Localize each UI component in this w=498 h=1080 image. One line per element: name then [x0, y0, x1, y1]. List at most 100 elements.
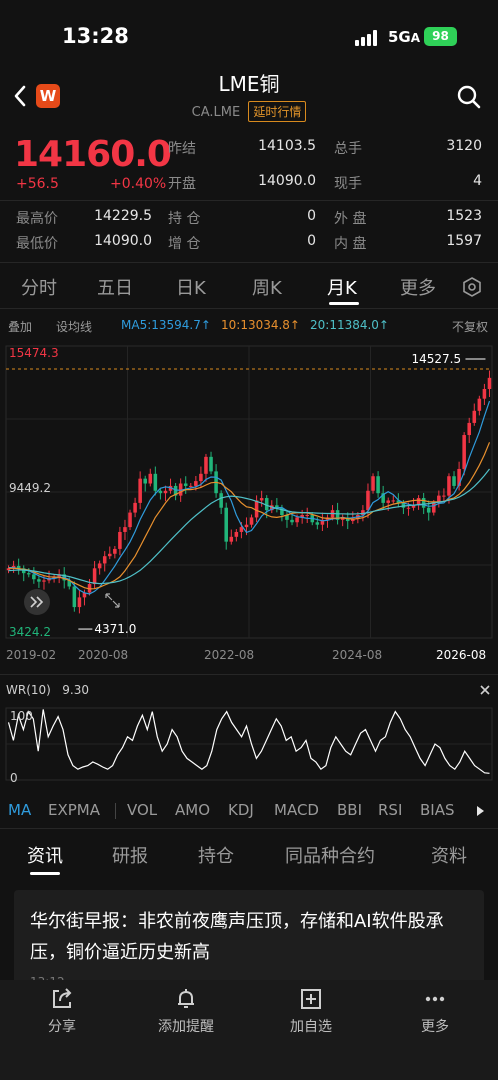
x-tick: 2022-08: [204, 648, 255, 662]
candle-body: [386, 500, 390, 503]
candle-body: [305, 515, 309, 517]
candle-body: [295, 517, 299, 523]
divider: [0, 308, 498, 309]
ma20-readout: 20:11384.0↑: [310, 318, 389, 332]
tab-more[interactable]: 更多: [400, 274, 436, 300]
add-watchlist-button[interactable]: 加自选: [271, 986, 351, 1036]
tab-positions[interactable]: 持仓: [198, 842, 234, 868]
prev-settle-value: 14103.5: [258, 138, 316, 154]
share-button[interactable]: 分享: [22, 986, 102, 1036]
expand-icon[interactable]: [24, 589, 50, 615]
candle-body: [138, 478, 142, 503]
candle-body: [148, 473, 153, 484]
page-title: LME铜: [218, 72, 280, 96]
candle-body: [123, 527, 127, 532]
price-change: +56.5: [16, 176, 59, 192]
ma5-readout: MA5:13594.7↑: [121, 318, 211, 332]
x-tick: 2020-08: [78, 648, 129, 662]
candle-body: [97, 563, 102, 569]
oi-change-value: 0: [307, 233, 316, 249]
tab-profile[interactable]: 资料: [431, 842, 467, 868]
wr-axis-bottom: 0: [10, 771, 18, 785]
news-headline[interactable]: 华尔街早报：非农前夜鹰声压顶，存储和AI软件股承压，铜价逼近历史新高: [30, 906, 470, 968]
divider: [115, 803, 116, 819]
candle-body: [482, 388, 487, 399]
candle-body: [224, 507, 228, 542]
candle-body: [487, 377, 492, 389]
search-icon[interactable]: [456, 84, 482, 110]
tab-news[interactable]: 资讯: [27, 842, 63, 868]
indicator-rsi[interactable]: RSI: [378, 801, 402, 819]
wr-indicator-title: WR(10) 9.30: [6, 683, 90, 697]
indicator-kdj[interactable]: KDJ: [228, 801, 254, 819]
fullscreen-icon: [105, 593, 120, 608]
open-interest-label: 持 仓: [168, 211, 201, 227]
current-volume-value: 4: [473, 173, 482, 189]
bell-icon: [178, 989, 194, 1008]
last-price: 14160.0: [14, 134, 172, 175]
candle-body: [72, 586, 77, 608]
tab-weekly-k[interactable]: 周K: [252, 274, 282, 300]
share-label: 分享: [48, 1019, 76, 1035]
wr-axis-top: 100: [10, 709, 33, 723]
indicator-expma[interactable]: EXPMA: [48, 801, 100, 819]
symbol-code-line: CA.LME 延时行情: [0, 101, 498, 122]
total-volume-value: 3120: [446, 138, 482, 154]
adjust-toggle[interactable]: 不复权: [452, 318, 488, 335]
divider: [0, 262, 498, 263]
add-watchlist-label: 加自选: [290, 1019, 332, 1035]
x-tick: 2019-02: [6, 648, 57, 662]
candle-body: [254, 500, 259, 518]
more-button[interactable]: 更多: [395, 986, 475, 1036]
tab-intraday[interactable]: 分时: [21, 274, 57, 300]
candle-body: [421, 498, 426, 508]
tab-research[interactable]: 研报: [112, 842, 148, 868]
candle-body: [183, 483, 188, 486]
add-alert-label: 添加提醒: [158, 1019, 214, 1035]
inner-label: 内 盘: [334, 236, 367, 252]
wr-line: [7, 709, 490, 774]
chart-settings-icon[interactable]: [461, 276, 483, 298]
symbol-code: CA.LME: [191, 105, 241, 120]
add-watchlist-icon: [301, 989, 321, 1009]
candle-body: [209, 456, 213, 472]
tab-daily-k[interactable]: 日K: [176, 274, 206, 300]
ma-setting-button[interactable]: 设均线: [56, 318, 92, 335]
indicator-ma[interactable]: MA: [8, 801, 31, 819]
x-tick: 2024-08: [332, 648, 383, 662]
indicator-macd[interactable]: MACD: [274, 801, 319, 819]
divider: [0, 828, 498, 829]
divider: [0, 200, 498, 201]
wr-chart[interactable]: 100 0: [0, 700, 498, 790]
candle-body: [27, 573, 31, 575]
delay-badge: 延时行情: [248, 101, 307, 122]
indicator-amo[interactable]: AMO: [175, 801, 210, 819]
overlay-button[interactable]: 叠加: [8, 318, 32, 335]
add-alert-button[interactable]: 添加提醒: [146, 986, 226, 1036]
network-indicator: 5GA: [388, 28, 421, 46]
current-volume-label: 现手: [334, 176, 362, 192]
indicator-bias[interactable]: BIAS: [420, 801, 455, 819]
close-icon[interactable]: [478, 683, 492, 697]
more-label: 更多: [421, 1019, 449, 1035]
indicator-vol[interactable]: VOL: [127, 801, 157, 819]
candle-body: [472, 410, 477, 423]
tab-same-commodity[interactable]: 同品种合约: [285, 842, 375, 868]
prev-settle-label: 昨结: [168, 141, 196, 157]
candle-body: [128, 512, 132, 528]
candle-body: [432, 502, 436, 513]
candle-body: [102, 556, 107, 564]
indicator-bbi[interactable]: BBI: [337, 801, 362, 819]
candle-body: [290, 519, 294, 523]
candle-body: [163, 490, 168, 494]
candle-body: [113, 548, 117, 554]
oi-change-label: 增 仓: [168, 236, 201, 252]
candle-body: [118, 531, 122, 549]
tab-monthly-k[interactable]: 月K: [327, 274, 357, 300]
candlestick-chart[interactable]: 15474.3 9449.2 3424.2 14527.5 4371.0: [0, 338, 498, 648]
candle-body: [42, 580, 46, 582]
low-annotation: 4371.0: [94, 622, 136, 636]
candle-body: [199, 473, 203, 482]
tab-five-day[interactable]: 五日: [97, 274, 133, 300]
scroll-right-icon[interactable]: [475, 804, 485, 818]
